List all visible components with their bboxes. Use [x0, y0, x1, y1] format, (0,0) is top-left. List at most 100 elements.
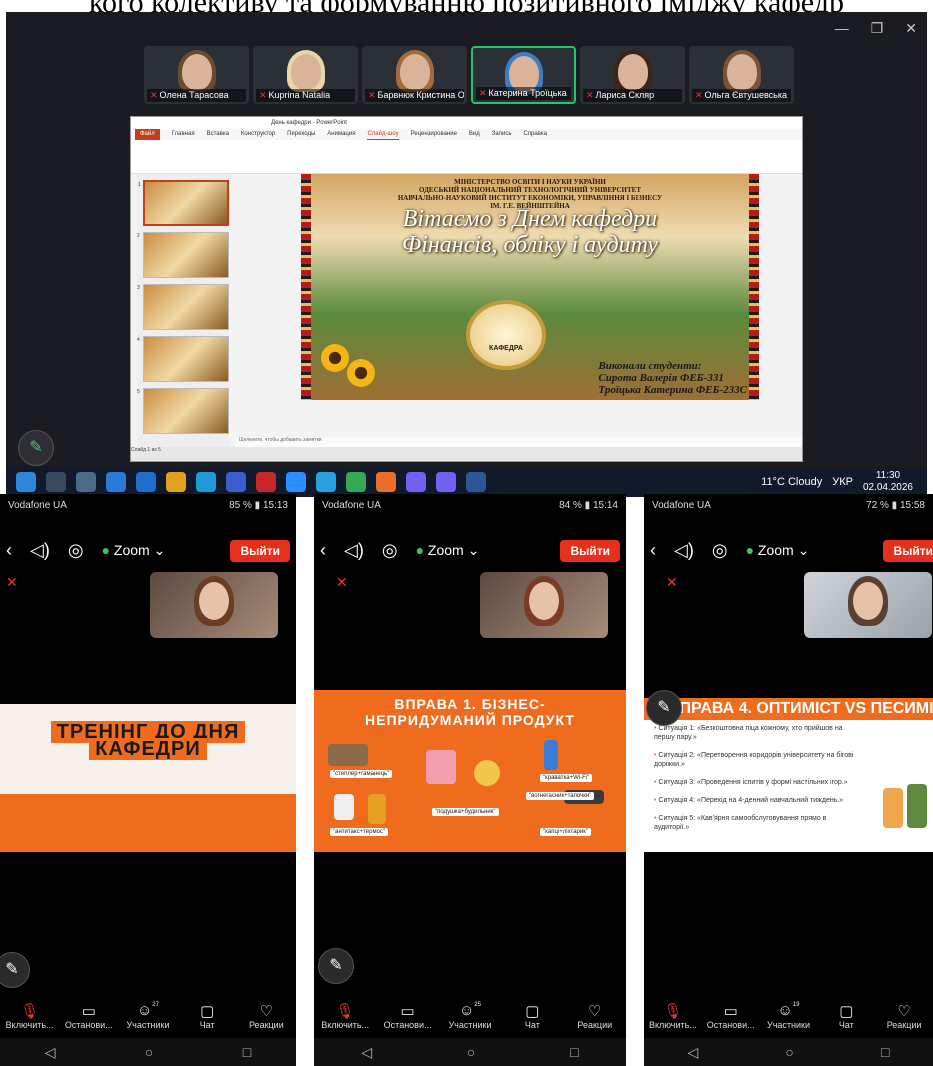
annotate-pen-button[interactable]: ✎	[18, 430, 54, 466]
stop-video-button[interactable]: ▭ Останови...	[61, 1002, 117, 1030]
reactions-button[interactable]: ♡ Реакции	[876, 1002, 932, 1030]
unmute-button[interactable]: 🎙 Включить...	[645, 1002, 701, 1030]
chrome-icon[interactable]	[106, 472, 126, 492]
camera-switch-icon[interactable]: ◎	[382, 540, 398, 561]
nav-back-icon[interactable]: ◁	[45, 1044, 56, 1061]
tab-animation[interactable]: Анимация	[327, 129, 355, 140]
participant-tile[interactable]: ✕ Kuprina Natalia	[253, 46, 358, 104]
back-icon[interactable]: ‹	[320, 540, 326, 561]
maps-icon[interactable]	[346, 472, 366, 492]
leave-button[interactable]: Выйти	[560, 540, 620, 562]
nav-home-icon[interactable]: ○	[785, 1044, 793, 1060]
thermos-image	[368, 794, 386, 824]
leave-button[interactable]: Выйти	[883, 540, 933, 562]
button-label: Останови...	[64, 1020, 113, 1030]
zoom-menu[interactable]: ● Zoom ⌄	[746, 542, 810, 559]
main-slide[interactable]: МІНІСТЕРСТВО ОСВІТИ І НАУКИ УКРАЇНИ ОДЕС…	[301, 174, 759, 400]
video-tile[interactable]	[804, 572, 932, 638]
tab-transitions[interactable]: Переходы	[287, 129, 315, 140]
zoom-menu[interactable]: ● Zoom ⌄	[416, 542, 480, 559]
reactions-button[interactable]: ♡ Реакции	[238, 1002, 294, 1030]
participant-tile[interactable]: ✕ Олена Тарасова	[144, 46, 249, 104]
clock[interactable]: 11:30 02.04.2026	[863, 470, 913, 494]
language[interactable]: УКР	[832, 476, 853, 488]
weather[interactable]: 11°C Cloudy	[761, 476, 822, 488]
participant-tile[interactable]: ✕ Лариса Скляр	[580, 46, 685, 104]
nav-home-icon[interactable]: ○	[467, 1044, 475, 1060]
camera-switch-icon[interactable]: ◎	[712, 540, 728, 561]
annotate-pen-button[interactable]: ✎	[646, 690, 682, 726]
reactions-button[interactable]: ♡ Реакции	[567, 1002, 623, 1030]
chat-button[interactable]: ▢ Чат	[504, 1002, 560, 1030]
zoom-menu[interactable]: ● Zoom ⌄	[102, 542, 166, 559]
nav-home-icon[interactable]: ○	[145, 1044, 153, 1060]
slide-thumbnail[interactable]: 4	[137, 336, 229, 382]
nav-back-icon[interactable]: ◁	[688, 1044, 699, 1061]
speaker-icon[interactable]: ◁)	[344, 540, 364, 561]
participant-tile[interactable]: ✕ Ольга Євтушевська	[689, 46, 794, 104]
restore-icon[interactable]: ❐	[871, 20, 884, 37]
tab-home[interactable]: Главная	[172, 129, 195, 140]
chat-button[interactable]: ▢ Чат	[818, 1002, 874, 1030]
participants-button[interactable]: ☺25 Участники	[442, 1002, 498, 1030]
speaker-icon[interactable]: ◁)	[30, 540, 50, 561]
sticker-label: "вогнегасник+тапочки"	[526, 792, 595, 800]
stapler-image	[328, 744, 368, 766]
zoom-icon[interactable]	[286, 472, 306, 492]
save-icon[interactable]	[226, 472, 246, 492]
meeting-controls: 🎙 Включить... ▭ Останови... ☺25 Участники ▢…	[314, 1002, 626, 1036]
speaker-icon[interactable]: ◁)	[674, 540, 694, 561]
annotate-pen-button[interactable]: ✎	[0, 952, 30, 988]
leave-button[interactable]: Выйти	[230, 540, 290, 562]
minimize-icon[interactable]: —	[835, 20, 849, 37]
task-view-icon[interactable]	[46, 472, 66, 492]
nav-recent-icon[interactable]: □	[570, 1044, 578, 1060]
stop-video-button[interactable]: ▭ Останови...	[380, 1002, 436, 1030]
firefox-icon[interactable]	[376, 472, 396, 492]
video-tile[interactable]	[480, 572, 608, 638]
telegram-icon[interactable]	[316, 472, 336, 492]
tab-file[interactable]: Файл	[135, 129, 160, 140]
back-icon[interactable]: ‹	[650, 540, 656, 561]
participant-tile-active[interactable]: ✕ Катерина Троїцька	[471, 46, 576, 104]
nav-back-icon[interactable]: ◁	[361, 1044, 372, 1061]
tab-help[interactable]: Справка	[523, 129, 547, 140]
participant-tile[interactable]: ✕ Барвнюк Кристина О...	[362, 46, 467, 104]
viber-alt-icon[interactable]	[436, 472, 456, 492]
back-icon[interactable]: ‹	[6, 540, 12, 561]
chat-icon: ▢	[200, 1003, 215, 1020]
nav-recent-icon[interactable]: □	[881, 1044, 889, 1060]
slide-thumbnail[interactable]: 2	[137, 232, 229, 278]
tab-view[interactable]: Вид	[469, 129, 480, 140]
video-tile[interactable]	[150, 572, 278, 638]
nav-recent-icon[interactable]: □	[243, 1044, 251, 1060]
windows-start-icon[interactable]	[16, 472, 36, 492]
slide-number: 4	[137, 337, 140, 343]
tab-design[interactable]: Конструктор	[241, 129, 275, 140]
participants-button[interactable]: ☺27 Участники	[120, 1002, 176, 1030]
slide-title: ВПРАВА 1. БІЗНЕС- НЕПРИДУМАНИЙ ПРОДУКТ	[314, 696, 626, 728]
slide-thumbnail[interactable]: 1	[138, 180, 229, 226]
tab-record[interactable]: Запись	[492, 129, 512, 140]
slide-thumbnail[interactable]: 3	[137, 284, 229, 330]
close-icon[interactable]: ✕	[905, 20, 917, 37]
edge-icon[interactable]	[196, 472, 216, 492]
tab-review[interactable]: Рецензирование	[411, 129, 457, 140]
tab-insert[interactable]: Вставка	[207, 129, 229, 140]
annotate-pen-button[interactable]: ✎	[318, 948, 354, 984]
opera-icon[interactable]	[256, 472, 276, 492]
chat-button[interactable]: ▢ Чат	[179, 1002, 235, 1030]
participants-button[interactable]: ☺19 Участники	[760, 1002, 816, 1030]
slide-thumbnail[interactable]: 5	[137, 388, 229, 434]
calculator-icon[interactable]	[76, 472, 96, 492]
stop-video-button[interactable]: ▭ Останови...	[703, 1002, 759, 1030]
unmute-button[interactable]: 🎙 Включить...	[317, 1002, 373, 1030]
unmute-button[interactable]: 🎙 Включить...	[2, 1002, 58, 1030]
notes-field[interactable]: Щелкните, чтобы добавить заметки	[235, 437, 802, 447]
camera-switch-icon[interactable]: ◎	[68, 540, 84, 561]
viber-icon[interactable]	[406, 472, 426, 492]
tab-slideshow[interactable]: Слайд-шоу	[367, 129, 399, 140]
store-icon[interactable]	[136, 472, 156, 492]
folder-icon[interactable]	[166, 472, 186, 492]
word-icon[interactable]	[466, 472, 486, 492]
